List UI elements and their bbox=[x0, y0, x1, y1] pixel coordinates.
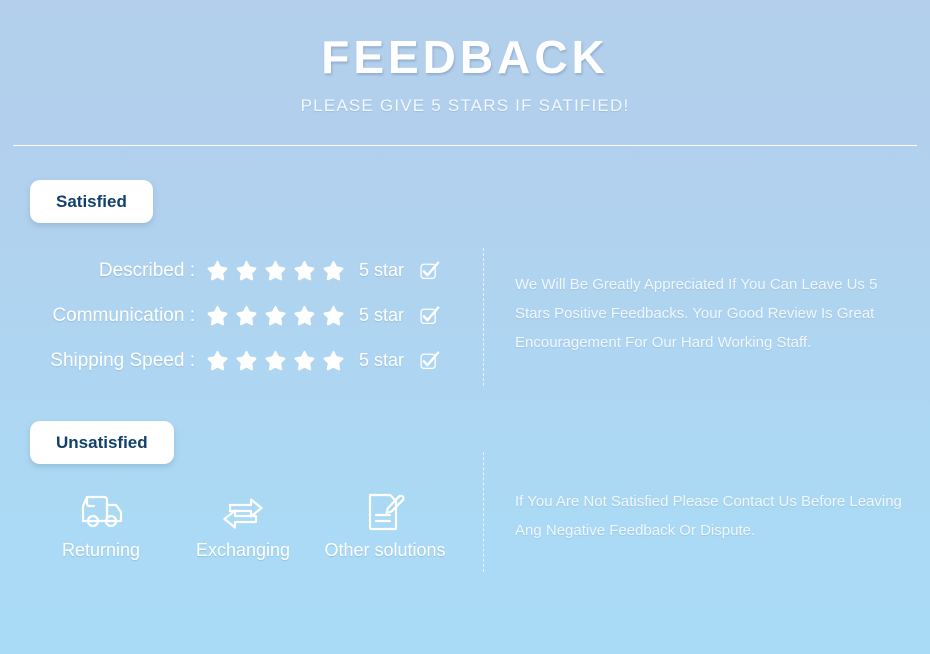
star-count-label: 5 star bbox=[359, 260, 405, 280]
star-rating[interactable] bbox=[205, 304, 345, 328]
rating-checkbox-checked[interactable] bbox=[420, 350, 440, 371]
banner-header: FEEDBACK PLEASE GIVE 5 STARS IF SATIFIED… bbox=[0, 0, 930, 116]
unsatisfied-pill[interactable]: Unsatisfied bbox=[30, 421, 174, 464]
truck-icon bbox=[30, 490, 172, 534]
star-icon[interactable] bbox=[234, 304, 258, 328]
satisfied-note: We Will Be Greatly Appreciated If You Ca… bbox=[515, 276, 878, 351]
star-rating[interactable] bbox=[205, 259, 345, 283]
option-label: Returning bbox=[61, 540, 141, 560]
feedback-banner: FEEDBACK PLEASE GIVE 5 STARS IF SATIFIED… bbox=[0, 0, 930, 654]
star-icon[interactable] bbox=[321, 304, 345, 328]
header-divider bbox=[13, 145, 917, 146]
star-icon[interactable] bbox=[263, 349, 287, 373]
star-icon[interactable] bbox=[234, 259, 258, 283]
satisfied-dashed-divider bbox=[483, 248, 484, 386]
rating-checkbox-checked[interactable] bbox=[420, 305, 440, 326]
rating-row: Described : 5 star bbox=[0, 248, 460, 293]
star-count-label: 5 star bbox=[359, 305, 405, 325]
document-pencil-icon bbox=[314, 490, 456, 534]
star-icon[interactable] bbox=[263, 304, 287, 328]
star-icon[interactable] bbox=[205, 349, 229, 373]
star-icon[interactable] bbox=[292, 259, 316, 283]
option-label: Exchanging bbox=[195, 540, 291, 560]
rating-list: Described : 5 star Communication : 5 sta… bbox=[0, 248, 460, 383]
star-rating[interactable] bbox=[205, 349, 345, 373]
page-title: FEEDBACK bbox=[321, 31, 609, 83]
star-count-label: 5 star bbox=[359, 350, 405, 370]
rating-label: Communication : bbox=[52, 304, 195, 326]
option-other-solutions[interactable]: Other solutions bbox=[314, 490, 456, 561]
rating-row: Shipping Speed : 5 star bbox=[0, 338, 460, 383]
star-icon[interactable] bbox=[292, 304, 316, 328]
option-returning[interactable]: Returning bbox=[30, 490, 172, 561]
star-icon[interactable] bbox=[292, 349, 316, 373]
star-icon[interactable] bbox=[321, 259, 345, 283]
option-label: Other solutions bbox=[324, 540, 446, 560]
rating-row: Communication : 5 star bbox=[0, 293, 460, 338]
exchange-arrows-icon bbox=[172, 490, 314, 534]
star-icon[interactable] bbox=[205, 304, 229, 328]
rating-label: Described : bbox=[98, 259, 195, 281]
star-icon[interactable] bbox=[321, 349, 345, 373]
star-icon[interactable] bbox=[234, 349, 258, 373]
unsatisfied-options: Returning Exchanging Other solutions bbox=[30, 490, 456, 561]
rating-checkbox-checked[interactable] bbox=[420, 260, 440, 281]
unsatisfied-note: If You Are Not Satisfied Please Contact … bbox=[515, 493, 902, 539]
page-subtitle: PLEASE GIVE 5 STARS IF SATIFIED! bbox=[300, 96, 630, 115]
satisfied-pill-wrapper: Satisfied bbox=[30, 180, 153, 223]
rating-label: Shipping Speed : bbox=[50, 349, 195, 371]
unsatisfied-dashed-divider bbox=[483, 452, 484, 572]
unsatisfied-pill-wrapper: Unsatisfied bbox=[30, 421, 174, 464]
satisfied-pill[interactable]: Satisfied bbox=[30, 180, 153, 223]
option-exchanging[interactable]: Exchanging bbox=[172, 490, 314, 561]
star-icon[interactable] bbox=[205, 259, 229, 283]
star-icon[interactable] bbox=[263, 259, 287, 283]
